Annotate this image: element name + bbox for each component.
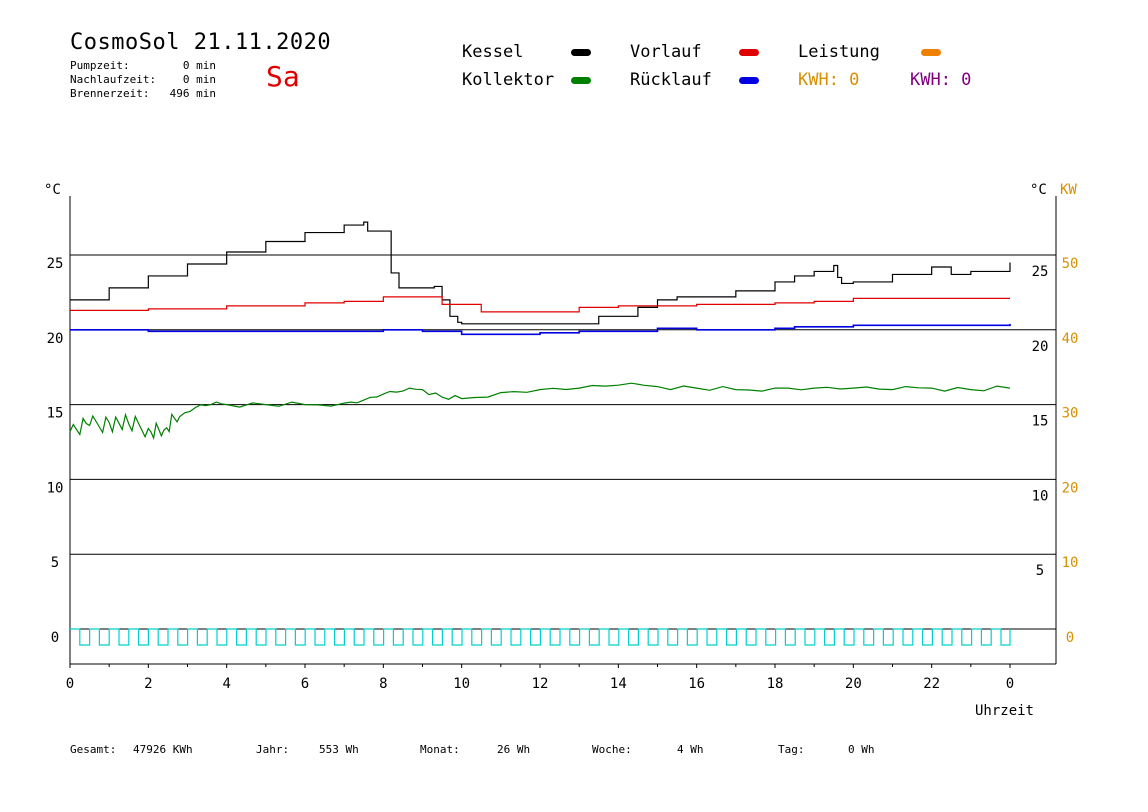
footer-label-gesamt: Gesamt: (70, 743, 117, 756)
y-kw-tick-label: 10 (1062, 555, 1079, 571)
y-kw-tick-label: 40 (1062, 331, 1079, 347)
footer-label-tag: Tag: (778, 743, 805, 756)
y-left-tick-label: 0 (51, 630, 59, 646)
footer-value-tag: 0 Wh (848, 743, 875, 756)
footer-value-monat: 26 Wh (497, 743, 531, 756)
x-tick-label: 4 (222, 676, 230, 692)
x-tick-label: 12 (532, 676, 549, 692)
y-kw-unit: KW (1060, 182, 1077, 198)
y-kw-tick-label: 30 (1062, 406, 1079, 422)
footer-label-woche: Woche: (592, 743, 632, 756)
x-axis-label: Uhrzeit (975, 703, 1034, 719)
y-right-tick-label: 10 (1032, 488, 1049, 504)
y-left-tick-label: 10 (47, 480, 64, 496)
series-line-kollektor (69, 382, 1011, 441)
footer-label-jahr: Jahr: (256, 743, 290, 756)
footer-value-woche: 4 Wh (677, 743, 704, 756)
x-tick-label: 6 (301, 676, 309, 692)
x-tick-label: 0 (1006, 676, 1014, 692)
series-line-ruecklauf (70, 323, 1011, 336)
footer-value-jahr: 553 Wh (319, 743, 359, 756)
x-tick-label: 22 (923, 676, 940, 692)
y-right-tick-label: 20 (1032, 339, 1049, 355)
x-tick-label: 14 (610, 676, 627, 692)
y-left-tick-label: 20 (47, 331, 64, 347)
x-tick-label: 18 (767, 676, 784, 692)
x-tick-label: 8 (379, 676, 387, 692)
y-left-tick-label: 15 (47, 406, 64, 422)
x-tick-label: 16 (688, 676, 705, 692)
series-line-vorlauf (70, 296, 1010, 313)
x-tick-label: 20 (845, 676, 862, 692)
y-right-tick-label: 15 (1032, 414, 1049, 430)
x-tick-label: 0 (66, 676, 74, 692)
x-tick-label: 2 (144, 676, 152, 692)
y-right-tick-label: 25 (1032, 264, 1049, 280)
footer-label-monat: Monat: (420, 743, 460, 756)
x-tick-label: 10 (453, 676, 470, 692)
y-kw-tick-label: 0 (1066, 630, 1074, 646)
y-left-unit: °C (44, 182, 61, 198)
y-right-tick-label: 5 (1036, 563, 1044, 579)
y-left-tick-label: 5 (51, 555, 59, 571)
y-kw-tick-label: 50 (1062, 256, 1079, 272)
y-kw-tick-label: 20 (1062, 480, 1079, 496)
footer-value-gesamt: 47926 KWh (133, 743, 193, 756)
y-right-unit: °C (1030, 182, 1047, 198)
pump-signal-line (70, 628, 1011, 646)
temperature-chart: 0 2 4 6 8 10 12 14 16 18 20 22 0 Uhrzeit 0 5 10 15 20 25 °C 5… (44, 182, 1079, 719)
y-left-tick-label: 25 (47, 256, 64, 272)
